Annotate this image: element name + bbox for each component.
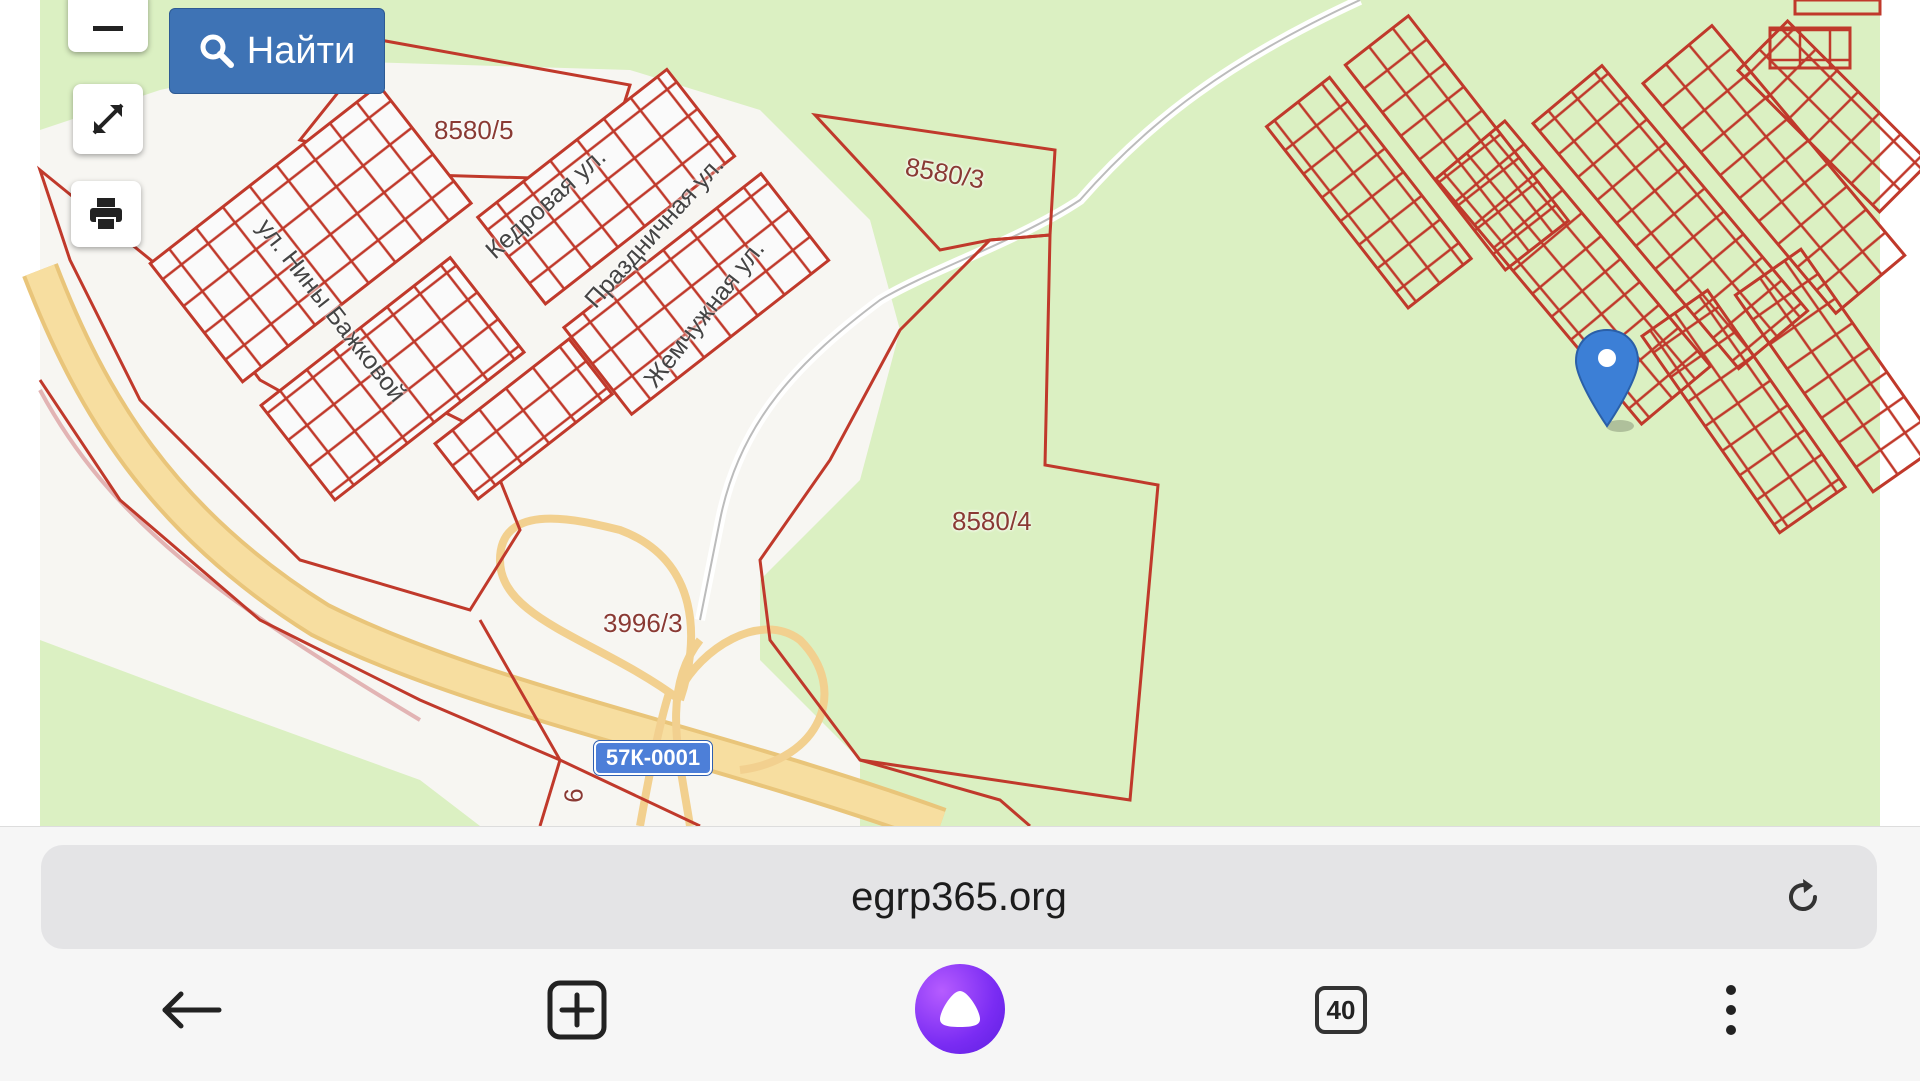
alice-assistant-button[interactable] [915,964,1005,1054]
find-button[interactable]: Найти [169,8,385,94]
reload-icon[interactable] [1781,875,1825,924]
printer-icon [90,198,122,231]
url-text[interactable]: egrp365.org [41,845,1877,949]
parcel-label: 3996/3 [603,608,683,638]
minus-icon [93,25,123,31]
new-tab-icon [547,980,607,1040]
find-button-label: Найти [246,29,356,72]
menu-button[interactable] [1690,969,1772,1051]
expand-icon [92,103,124,135]
parcel-label: 8580/4 [952,506,1032,536]
tabs-icon: 40 [1315,986,1367,1034]
fullscreen-button[interactable] [73,84,143,154]
zoom-out-button[interactable] [68,0,148,52]
back-button[interactable] [150,969,232,1051]
more-icon [1726,985,1736,1035]
print-button[interactable] [71,181,141,247]
parcel-label: 9 [558,788,589,803]
new-tab-button[interactable] [536,969,618,1051]
address-bar[interactable]: egrp365.org [41,845,1877,949]
search-icon [200,34,234,68]
back-arrow-icon [162,991,222,1029]
location-marker-icon[interactable] [1572,326,1642,441]
alice-icon [940,991,980,1027]
browser-toolbar: egrp365.org 40 [0,826,1920,1081]
parcel-label: 8580/5 [434,115,514,145]
tabs-button[interactable]: 40 [1300,969,1382,1051]
road-number-badge: 57К-0001 [594,741,712,775]
map-view[interactable]: 8580/5 8580/3 8580/4 3996/3 9 ул. Нины Б… [0,0,1920,826]
